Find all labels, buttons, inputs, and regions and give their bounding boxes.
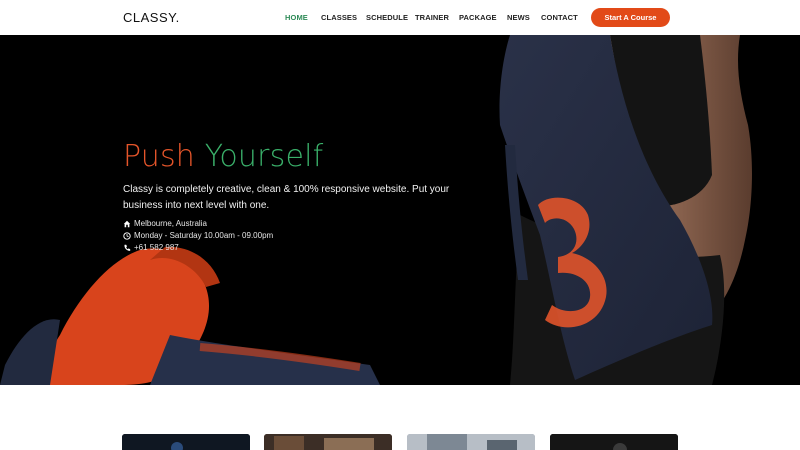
- navbar: CLASSY. HOME CLASSES SCHEDULE TRAINER PA…: [0, 0, 800, 35]
- nav-item-schedule[interactable]: SCHEDULE: [366, 13, 408, 22]
- class-card-3[interactable]: [407, 434, 535, 450]
- location-line: Melbourne, Australia: [123, 219, 207, 228]
- phone-text: +61 582 987: [134, 243, 179, 252]
- nav-item-package[interactable]: PACKAGE: [459, 13, 497, 22]
- hero-title-word-2: Yourself: [204, 139, 324, 174]
- phone-icon: [124, 244, 131, 251]
- location-text: Melbourne, Australia: [134, 219, 207, 228]
- hours-line: Monday - Saturday 10.00am - 09.00pm: [123, 231, 273, 240]
- class-card-2[interactable]: [264, 434, 392, 450]
- class-card-image: [550, 434, 678, 450]
- class-card-image: [122, 434, 250, 450]
- hours-text: Monday - Saturday 10.00am - 09.00pm: [134, 231, 274, 240]
- class-card-image: [407, 434, 535, 450]
- nav-item-news[interactable]: NEWS: [507, 13, 530, 22]
- start-course-button[interactable]: Start A Course: [591, 8, 670, 27]
- nav-item-contact[interactable]: CONTACT: [541, 13, 578, 22]
- home-icon: [123, 220, 131, 227]
- clock-icon: [123, 231, 131, 240]
- nav-item-classes[interactable]: CLASSES: [321, 13, 357, 22]
- hero-section: Push Yourself Classy is completely creat…: [0, 35, 800, 385]
- main-menu: HOME CLASSES SCHEDULE TRAINER PACKAGE NE…: [0, 13, 800, 25]
- hero-title: Push Yourself: [123, 139, 323, 174]
- hero-description: Classy is completely creative, clean & 1…: [123, 184, 450, 211]
- class-card-1[interactable]: [122, 434, 250, 450]
- hero-title-word-1: Push: [123, 139, 196, 174]
- class-card-image: [264, 434, 392, 450]
- class-card-4[interactable]: [550, 434, 678, 450]
- nav-item-home[interactable]: HOME: [285, 13, 308, 22]
- phone-line: +61 582 987: [123, 243, 179, 252]
- nav-item-trainer[interactable]: TRAINER: [415, 13, 449, 22]
